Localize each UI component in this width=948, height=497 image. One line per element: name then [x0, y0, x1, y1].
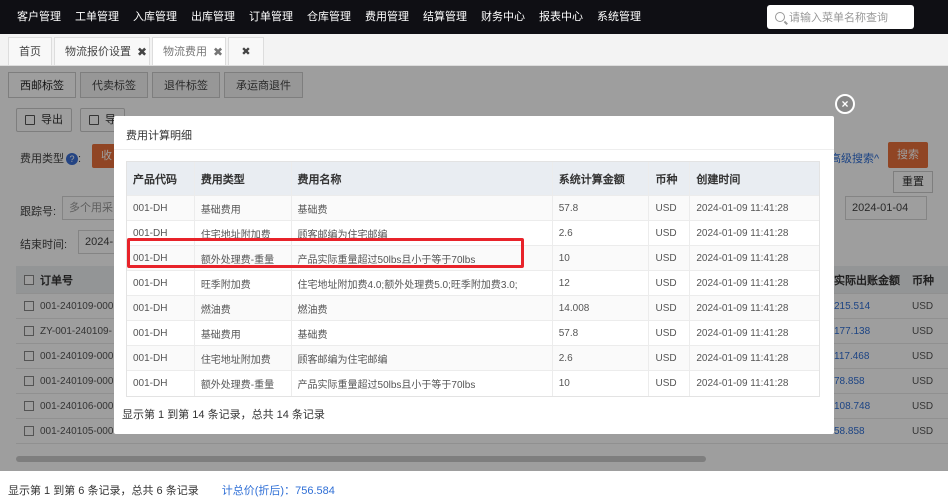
detail-row: 001-DH 燃油费 燃油费 14.008 USD 2024-01-09 11:… — [127, 296, 819, 321]
tab-logistics-fees[interactable]: 物流费用 ✖ — [152, 37, 226, 65]
currency: USD — [649, 221, 691, 245]
page-tab-bar: 首页 物流报价设置 ✖ 物流费用 ✖ ✖ — [0, 34, 948, 66]
calculated-amount: 10 — [553, 246, 650, 270]
header-fee-type: 费用类型 — [195, 162, 292, 195]
search-icon — [775, 12, 785, 22]
menu-outbound[interactable]: 出库管理 — [184, 0, 242, 34]
detail-row: 001-DH 旺季附加费 住宅地址附加费4.0;额外处理费5.0;旺季附加费3.… — [127, 271, 819, 296]
tab-logistics-fees-label: 物流费用 — [163, 46, 207, 58]
calculated-amount: 2.6 — [553, 346, 650, 370]
close-all-tabs-button[interactable]: ✖ — [228, 37, 264, 65]
tab-logistics-quote-label: 物流报价设置 — [65, 46, 131, 58]
calculated-amount: 10 — [553, 371, 650, 396]
menu-inbound[interactable]: 入库管理 — [126, 0, 184, 34]
fee-type: 旺季附加费 — [195, 271, 292, 295]
menu-warehouse[interactable]: 仓库管理 — [300, 0, 358, 34]
menu-fees[interactable]: 费用管理 — [358, 0, 416, 34]
menu-settlement[interactable]: 结算管理 — [416, 0, 474, 34]
product-code: 001-DH — [127, 346, 195, 370]
created-time: 2024-01-09 11:41:28 — [696, 252, 789, 264]
fee-name: 基础费 — [292, 321, 553, 345]
product-code: 001-DH — [127, 296, 195, 320]
header-fee-name: 费用名称 — [292, 162, 553, 195]
created-time: 2024-01-09 11:41:28 — [696, 302, 789, 314]
product-code: 001-DH — [127, 321, 195, 345]
header-calculated-amount: 系统计算金额 — [553, 162, 650, 195]
fee-name: 住宅地址附加费4.0;额外处理费5.0;旺季附加费3.0; — [292, 271, 553, 295]
header-currency: 币种 — [649, 162, 691, 195]
currency: USD — [649, 346, 691, 370]
search-placeholder: 请输入菜单名称查询 — [789, 12, 888, 24]
tab-logistics-quote[interactable]: 物流报价设置 ✖ — [54, 37, 150, 65]
created-time: 2024-01-09 11:41:28 — [696, 352, 789, 364]
calculated-amount: 57.8 — [553, 196, 650, 220]
product-code: 001-DH — [127, 196, 195, 220]
calculated-amount: 2.6 — [553, 221, 650, 245]
fee-name: 燃油费 — [292, 296, 553, 320]
fee-type: 住宅地址附加费 — [195, 346, 292, 370]
fee-name: 基础费 — [292, 196, 553, 220]
created-time: 2024-01-09 11:41:28 — [696, 378, 789, 389]
fee-type: 基础费用 — [195, 196, 292, 220]
currency: USD — [649, 321, 691, 345]
modal-close-icon[interactable]: × — [835, 94, 855, 114]
highlight-box — [127, 238, 524, 268]
modal-divider — [114, 149, 834, 150]
menu-customer[interactable]: 客户管理 — [10, 0, 68, 34]
top-nav: 客户管理 工单管理 入库管理 出库管理 订单管理 仓库管理 费用管理 结算管理 … — [0, 0, 948, 34]
menu-workorder[interactable]: 工单管理 — [68, 0, 126, 34]
product-code: 001-DH — [127, 271, 195, 295]
detail-row: 001-DH 额外处理费-重量 产品实际重量超过50lbs且小于等于70lbs … — [127, 371, 819, 396]
fee-type: 基础费用 — [195, 321, 292, 345]
currency: USD — [649, 246, 691, 270]
product-code: 001-DH — [127, 371, 195, 396]
detail-row: 001-DH 住宅地址附加费 顾客邮编为住宅邮编 2.6 USD 2024-01… — [127, 346, 819, 371]
created-time: 2024-01-09 11:41:28 — [696, 227, 789, 239]
detail-row: 001-DH 基础费用 基础费 57.8 USD 2024-01-09 11:4… — [127, 321, 819, 346]
pagination-summary: 显示第 1 到第 6 条记录，总共 6 条记录 — [8, 485, 199, 497]
total-price: 计总价(折后)：756.584 — [221, 485, 335, 497]
currency: USD — [649, 296, 691, 320]
tab-home[interactable]: 首页 — [8, 37, 52, 65]
page-footer: 显示第 1 到第 6 条记录，总共 6 条记录 计总价(折后)：756.584 — [8, 482, 335, 497]
menu-system[interactable]: 系统管理 — [590, 0, 648, 34]
fee-detail-modal: 费用计算明细 产品代码 费用类型 费用名称 系统计算金额 币种 创建时间 001… — [114, 116, 834, 434]
modal-pagination-summary: 显示第 1 到第 14 条记录，总共 14 条记录 — [122, 409, 325, 421]
fee-name: 产品实际重量超过50lbs且小于等于70lbs — [292, 371, 553, 396]
close-icon[interactable]: ✖ — [213, 38, 223, 66]
currency: USD — [649, 271, 691, 295]
close-icon[interactable]: ✖ — [137, 38, 147, 66]
menu-reports[interactable]: 报表中心 — [532, 0, 590, 34]
tab-home-label: 首页 — [19, 46, 41, 58]
menu-search-input[interactable]: 请输入菜单名称查询 — [767, 5, 914, 29]
header-product-code: 产品代码 — [127, 162, 195, 195]
created-time: 2024-01-09 11:41:28 — [696, 277, 789, 289]
menu-orders[interactable]: 订单管理 — [242, 0, 300, 34]
menu-finance[interactable]: 财务中心 — [474, 0, 532, 34]
detail-table-header: 产品代码 费用类型 费用名称 系统计算金额 币种 创建时间 — [127, 162, 819, 196]
fee-name: 顾客邮编为住宅邮编 — [292, 346, 553, 370]
calculated-amount: 12 — [553, 271, 650, 295]
fee-type: 燃油费 — [195, 296, 292, 320]
detail-row: 001-DH 基础费用 基础费 57.8 USD 2024-01-09 11:4… — [127, 196, 819, 221]
calculated-amount: 14.008 — [553, 296, 650, 320]
currency: USD — [649, 371, 691, 396]
fee-type: 额外处理费-重量 — [195, 371, 292, 396]
modal-title: 费用计算明细 — [126, 130, 192, 142]
created-time: 2024-01-09 11:41:28 — [696, 202, 789, 214]
header-created-time: 创建时间 — [696, 173, 741, 186]
fee-detail-table: 产品代码 费用类型 费用名称 系统计算金额 币种 创建时间 001-DH 基础费… — [126, 161, 820, 397]
currency: USD — [649, 196, 691, 220]
created-time: 2024-01-09 11:41:28 — [696, 327, 789, 339]
calculated-amount: 57.8 — [553, 321, 650, 345]
